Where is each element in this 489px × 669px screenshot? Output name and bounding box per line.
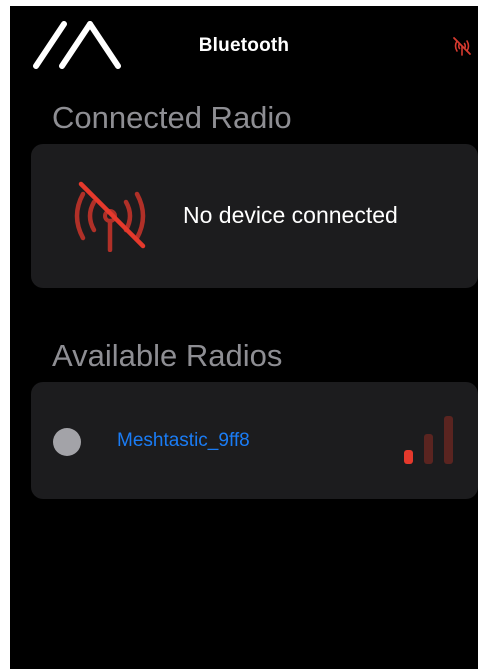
signal-bar-1 (404, 450, 413, 464)
connected-radio-card: No device connected (31, 144, 478, 288)
available-radio-row[interactable]: Meshtastic_9ff8 (31, 382, 478, 499)
circle-icon (53, 428, 81, 456)
connected-radio-header: Connected Radio (52, 100, 292, 135)
device-name-link[interactable]: Meshtastic_9ff8 (117, 430, 250, 452)
nav-title: Bluetooth (198, 35, 290, 56)
no-device-connected-text: No device connected (183, 202, 398, 228)
signal-strength-icon (404, 416, 453, 464)
antenna-off-icon (453, 37, 471, 56)
available-radios-header: Available Radios (52, 338, 283, 373)
app-screen: Bluetooth Connected Radio No device conn… (10, 6, 478, 669)
antenna-off-icon (74, 181, 146, 252)
signal-bar-2 (424, 434, 433, 464)
signal-bar-3 (444, 416, 453, 464)
